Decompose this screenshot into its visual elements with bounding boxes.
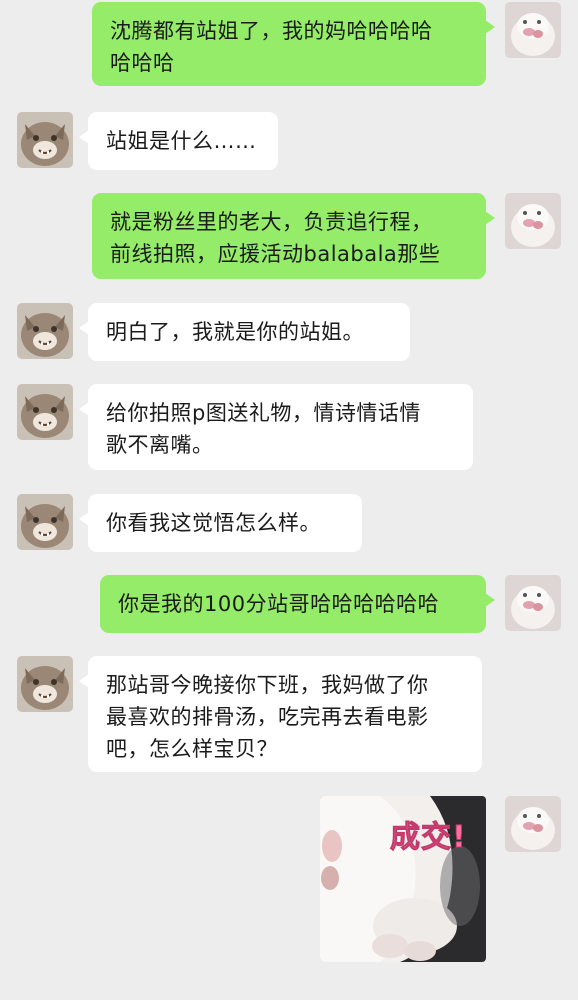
message-text: 那站哥今晚接你下班，我妈做了你 — [106, 673, 429, 697]
chat-area: 沈腾都有站姐了，我的妈哈哈哈哈 哈哈哈 站姐是什么…… 就是粉丝里的老大，负责追… — [0, 0, 578, 1000]
message-text: 歌不离嘴。 — [106, 433, 214, 457]
message-bubble-sent[interactable]: 就是粉丝里的老大，负责追行程， 前线拍照，应援活动balabala那些 — [92, 193, 495, 279]
message-text: 明白了，我就是你的站姐。 — [106, 320, 364, 344]
tabby-cat-avatar-icon[interactable] — [17, 494, 73, 550]
message-text: 你看我这觉悟怎么样。 — [106, 511, 321, 535]
white-cat-avatar-icon[interactable] — [505, 796, 561, 852]
message-text: 给你拍照p图送礼物，情诗情话情 — [106, 401, 421, 425]
message-bubble-sent[interactable]: 你是我的100分站哥哈哈哈哈哈哈 — [100, 575, 495, 633]
message-text: 你是我的100分站哥哈哈哈哈哈哈 — [118, 592, 440, 616]
tabby-cat-avatar-icon[interactable] — [17, 384, 73, 440]
message-bubble-received[interactable]: 站姐是什么…… — [79, 112, 278, 170]
message-text: 前线拍照，应援活动balabala那些 — [110, 242, 441, 266]
message-bubble-received[interactable]: 你看我这觉悟怎么样。 — [79, 494, 362, 552]
sticker-caption: 成交! — [390, 820, 467, 856]
message-text: 就是粉丝里的老大，负责追行程， — [110, 210, 433, 234]
white-cat-avatar-icon[interactable] — [505, 575, 561, 631]
white-cat-avatar-icon[interactable] — [505, 193, 561, 249]
sticker-image[interactable]: 成交! — [320, 796, 486, 962]
message-text: 站姐是什么…… — [106, 129, 257, 153]
message-bubble-received[interactable]: 明白了，我就是你的站姐。 — [79, 303, 410, 361]
message-text: 沈腾都有站姐了，我的妈哈哈哈哈 — [110, 19, 433, 43]
message-bubble-received[interactable]: 那站哥今晚接你下班，我妈做了你 最喜欢的排骨汤，吃完再去看电影 吧，怎么样宝贝？ — [79, 656, 482, 772]
tabby-cat-avatar-icon[interactable] — [17, 303, 73, 359]
tabby-cat-avatar-icon[interactable] — [17, 112, 73, 168]
message-bubble-sent[interactable]: 沈腾都有站姐了，我的妈哈哈哈哈 哈哈哈 — [92, 2, 495, 86]
message-text: 最喜欢的排骨汤，吃完再去看电影 — [106, 705, 429, 729]
message-bubble-received[interactable]: 给你拍照p图送礼物，情诗情话情 歌不离嘴。 — [79, 384, 473, 470]
message-text: 吧，怎么样宝贝？ — [106, 737, 278, 761]
message-text: 哈哈哈 — [110, 51, 175, 75]
white-cat-avatar-icon[interactable] — [505, 2, 561, 58]
tabby-cat-avatar-icon[interactable] — [17, 656, 73, 712]
